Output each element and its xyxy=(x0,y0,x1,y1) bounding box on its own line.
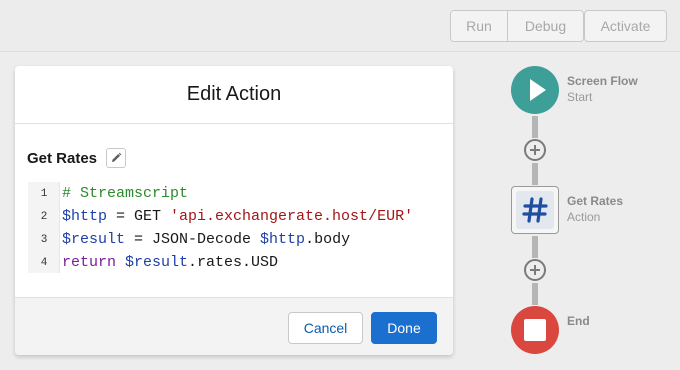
code-text: $result = JSON-Decode $http.body xyxy=(60,231,350,248)
done-button[interactable]: Done xyxy=(371,312,437,344)
cancel-button[interactable]: Cancel xyxy=(288,312,363,344)
connector-line xyxy=(532,283,538,305)
play-icon xyxy=(530,79,546,101)
code-token: .body xyxy=(305,231,351,248)
code-line: 1 # Streamscript xyxy=(28,182,453,205)
end-node[interactable] xyxy=(511,306,559,354)
code-token: = JSON-Decode xyxy=(125,231,261,248)
modal-header: Edit Action xyxy=(15,66,453,124)
debug-button[interactable]: Debug xyxy=(508,11,583,41)
connector-line xyxy=(532,116,538,138)
start-node-subtitle: Start xyxy=(567,90,593,104)
code-line: 4 return $result.rates.USD xyxy=(28,251,453,274)
code-token: return xyxy=(62,254,117,271)
pencil-icon xyxy=(112,152,122,162)
line-number: 3 xyxy=(40,233,48,246)
start-node[interactable] xyxy=(511,66,559,114)
code-editor[interactable]: 1 # Streamscript 2 $http = GET 'api.exchang… xyxy=(28,182,453,273)
connector-line xyxy=(532,236,538,258)
add-element-button[interactable] xyxy=(524,139,546,161)
add-element-button[interactable] xyxy=(524,259,546,281)
code-token: $result xyxy=(125,254,189,271)
action-node[interactable] xyxy=(511,186,559,234)
code-line: 3 $result = JSON-Decode $http.body xyxy=(28,228,453,251)
connector-line xyxy=(532,163,538,185)
start-node-title: Screen Flow xyxy=(567,74,638,88)
run-button[interactable]: Run xyxy=(451,11,508,41)
end-node-text: End xyxy=(567,313,590,329)
code-token: $result xyxy=(62,231,126,248)
edit-name-button[interactable] xyxy=(106,148,127,168)
code-token: .rates.USD xyxy=(188,254,279,271)
code-token: $http xyxy=(260,231,306,248)
line-number: 1 xyxy=(40,187,48,200)
code-token: 'api.exchangerate.host/EUR' xyxy=(170,208,414,225)
code-token: # Streamscript xyxy=(62,185,189,202)
code-text: return $result.rates.USD xyxy=(60,254,278,271)
line-number: 4 xyxy=(40,256,48,269)
start-node-text: Screen Flow Start xyxy=(567,73,638,105)
modal-title: Edit Action xyxy=(186,83,282,105)
code-token: = GET xyxy=(107,208,171,225)
top-toolbar: Run Debug Activate xyxy=(0,0,680,52)
action-node-text: Get Rates Action xyxy=(567,193,623,225)
action-name-row: Get Rates xyxy=(27,148,127,168)
end-node-title: End xyxy=(567,314,590,328)
action-node-title: Get Rates xyxy=(567,194,624,208)
edit-action-modal: Edit Action Get Rates 1 # Streamscript 2 $h… xyxy=(15,66,453,355)
action-node-icon-bg xyxy=(516,191,554,229)
code-line: 2 $http = GET 'api.exchangerate.host/EUR' xyxy=(28,205,453,228)
stop-icon xyxy=(524,319,546,341)
code-token: $http xyxy=(62,208,108,225)
action-node-subtitle: Action xyxy=(567,210,601,224)
action-name-label: Get Rates xyxy=(27,149,98,167)
activate-button[interactable]: Activate xyxy=(584,10,667,42)
modal-footer: Cancel Done xyxy=(15,297,453,355)
code-text: $http = GET 'api.exchangerate.host/EUR' xyxy=(60,208,413,225)
run-debug-button-group: Run Debug xyxy=(450,10,584,42)
hash-icon xyxy=(522,197,548,223)
line-number: 2 xyxy=(40,210,48,223)
code-text: # Streamscript xyxy=(60,185,188,202)
